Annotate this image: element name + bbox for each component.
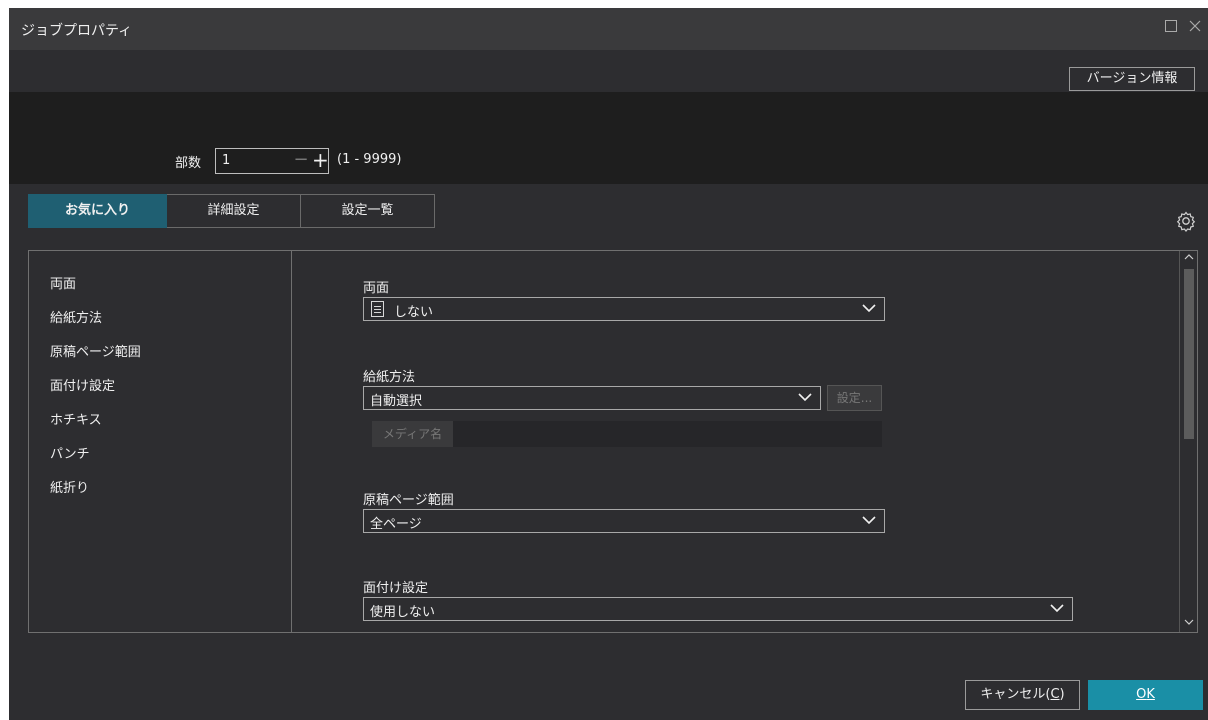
imposition-label: 面付け設定 (363, 581, 429, 596)
ok-label: K (1146, 687, 1155, 702)
sidebar: 両面 給紙方法 原稿ページ範囲 面付け設定 ホチキス パンチ 紙折り (29, 251, 292, 632)
maximize-icon[interactable] (1161, 18, 1181, 38)
media-name-button[interactable]: メディア名 (372, 421, 453, 447)
sidebar-item-page-range[interactable]: 原稿ページ範囲 (50, 341, 141, 360)
tab-advanced-settings[interactable]: 詳細設定 (167, 194, 301, 228)
page-range-value: 全ページ (370, 517, 422, 532)
document-icon (371, 301, 384, 317)
job-properties-dialog: ジョブプロパティ バージョン情報 部数 1 − + (1 - 9999) お気に… (9, 8, 1208, 720)
scrollbar-thumb[interactable] (1184, 269, 1194, 439)
sidebar-item-imposition[interactable]: 面付け設定 (50, 375, 115, 394)
scroll-down-icon[interactable] (1180, 616, 1198, 632)
settings-panel: 両面 給紙方法 原稿ページ範囲 面付け設定 ホチキス パンチ 紙折り 両面 しな… (28, 250, 1198, 633)
page-range-dropdown[interactable]: 全ページ (363, 509, 885, 533)
decrement-button[interactable]: − (292, 149, 310, 173)
cancel-label: キャンセル( (980, 687, 1051, 702)
copies-value[interactable]: 1 (222, 153, 230, 168)
tab-favorites[interactable]: お気に入り (28, 194, 167, 228)
chevron-down-icon (798, 393, 812, 402)
copies-area: 部数 1 − + (1 - 9999) (9, 92, 1208, 184)
imposition-dropdown[interactable]: 使用しない (363, 597, 1073, 621)
page-range-label: 原稿ページ範囲 (363, 493, 454, 508)
cancel-accesskey: C (1050, 687, 1060, 702)
copies-input[interactable]: 1 − + (215, 148, 329, 174)
version-info-button[interactable]: バージョン情報 (1069, 67, 1195, 91)
ok-accesskey: O (1136, 687, 1147, 702)
title-bar: ジョブプロパティ (9, 8, 1208, 50)
chevron-down-icon (862, 304, 876, 313)
increment-button[interactable]: + (312, 149, 329, 173)
ok-button[interactable]: OK (1088, 680, 1203, 710)
scroll-up-icon[interactable] (1180, 251, 1198, 267)
imposition-value: 使用しない (370, 605, 436, 620)
tab-bar: お気に入り 詳細設定 設定一覧 (28, 194, 435, 228)
paper-source-value: 自動選択 (370, 394, 423, 409)
duplex-dropdown[interactable]: しない (363, 297, 885, 321)
sidebar-item-paper-source[interactable]: 給紙方法 (50, 307, 102, 326)
copies-range: (1 - 9999) (337, 152, 402, 167)
cancel-button[interactable]: キャンセル(C) (965, 680, 1080, 710)
duplex-label: 両面 (363, 281, 390, 296)
cancel-label-end: ) (1059, 687, 1065, 702)
window-title: ジョブプロパティ (21, 23, 133, 39)
media-name-field (453, 421, 882, 447)
sidebar-item-duplex[interactable]: 両面 (50, 273, 76, 292)
paper-settings-button[interactable]: 設定... (827, 385, 882, 411)
sidebar-item-fold[interactable]: 紙折り (50, 477, 89, 496)
duplex-value: しない (394, 305, 434, 320)
chevron-down-icon (1050, 604, 1064, 613)
sidebar-item-punch[interactable]: パンチ (50, 443, 90, 462)
close-icon[interactable] (1185, 18, 1205, 38)
sidebar-item-staple[interactable]: ホチキス (50, 409, 102, 428)
paper-source-dropdown[interactable]: 自動選択 (363, 386, 821, 410)
paper-source-label: 給紙方法 (363, 370, 416, 385)
copies-label: 部数 (175, 156, 202, 171)
vertical-scrollbar[interactable] (1179, 251, 1197, 632)
toolbar: バージョン情報 (9, 50, 1208, 92)
settings-content: 両面 しない 給紙方法 自動選択 設定... メディア名 原稿ページ範囲 全ペー… (292, 251, 1179, 632)
chevron-down-icon (862, 516, 876, 525)
tab-settings-list[interactable]: 設定一覧 (301, 194, 435, 228)
gear-icon[interactable] (1175, 210, 1197, 232)
